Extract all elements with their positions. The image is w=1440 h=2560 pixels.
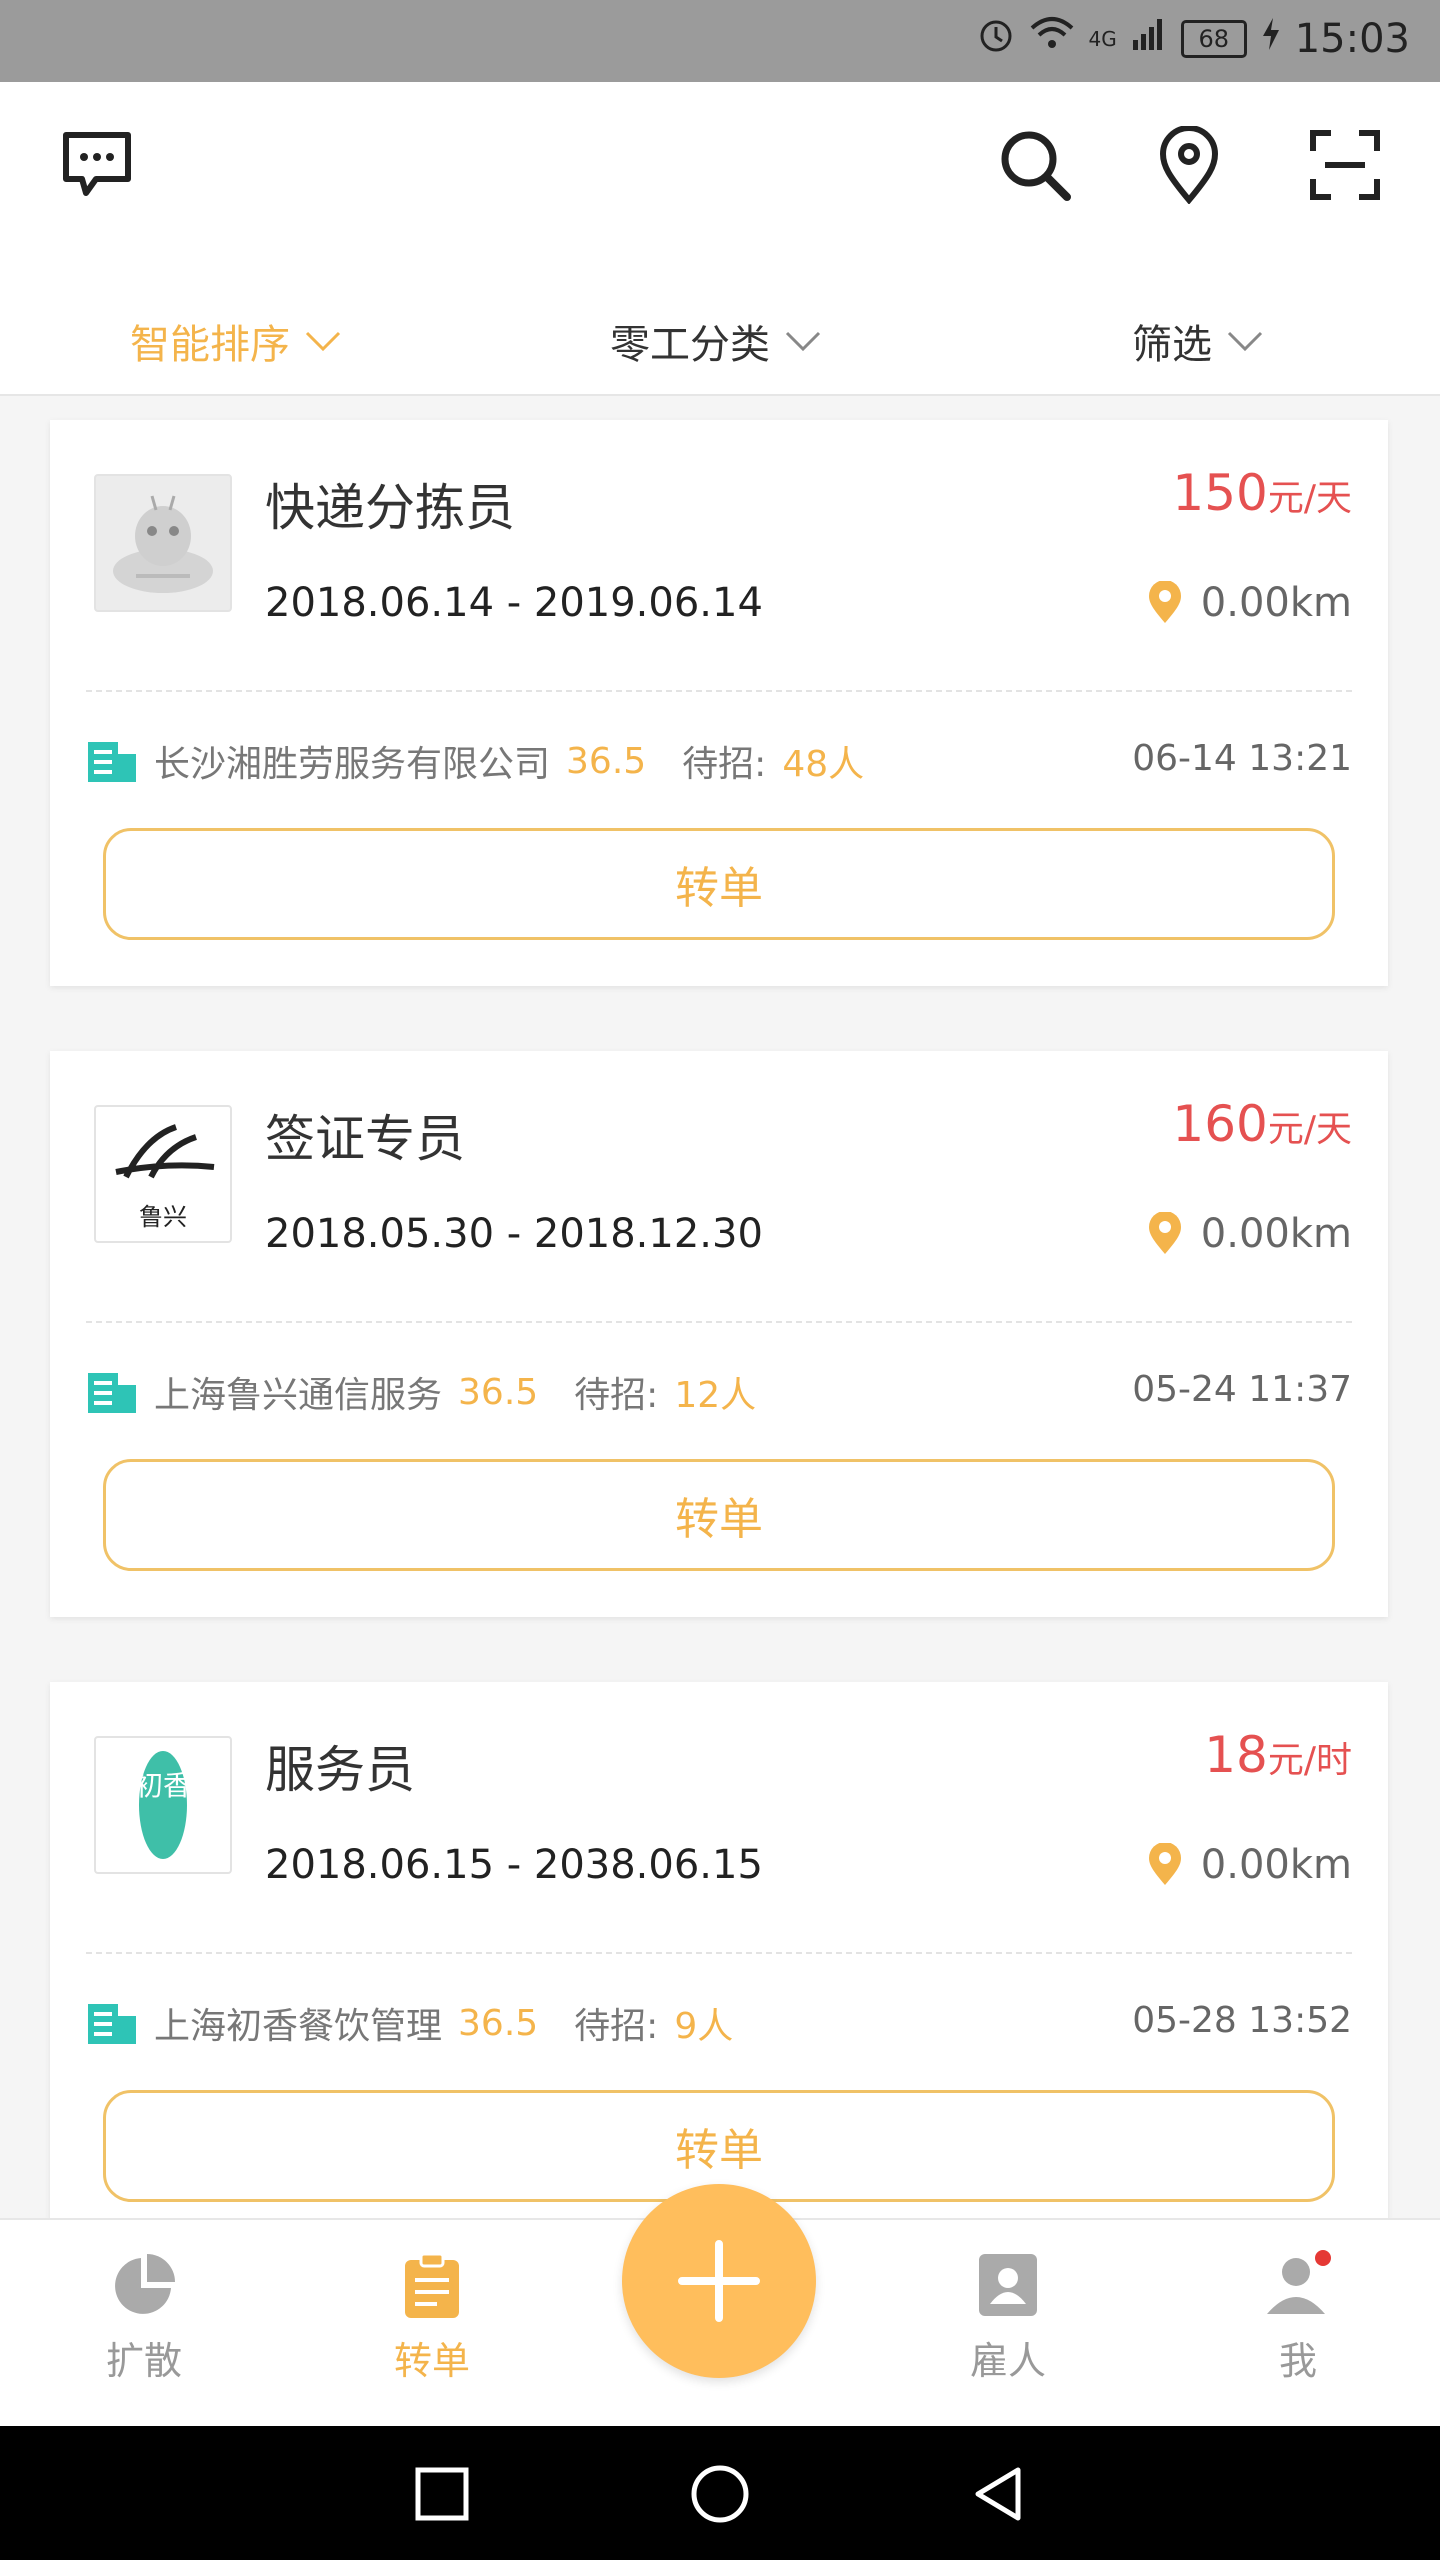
job-card[interactable]: 鲁兴 签证专员 2018.05.30 - 2018.12.30 160元/天 0… xyxy=(50,1051,1388,1617)
search-icon[interactable] xyxy=(990,120,1080,210)
building-icon xyxy=(88,2004,136,2044)
chevron-down-icon xyxy=(785,331,821,352)
home-icon[interactable] xyxy=(688,2462,752,2526)
price-value: 18 xyxy=(1204,1726,1268,1784)
job-dates: 2018.05.30 - 2018.12.30 xyxy=(265,1211,763,1257)
transfer-button[interactable]: 转单 xyxy=(103,828,1335,940)
network-label: 4G xyxy=(1088,27,1117,51)
price-unit: 元/天 xyxy=(1267,478,1352,519)
filter-label: 零工分类 xyxy=(610,322,770,368)
wait-label: 待招: xyxy=(574,2006,659,2047)
job-dates: 2018.06.14 - 2019.06.14 xyxy=(265,580,763,626)
job-meta: 上海鲁兴通信服务 36.5 待招: 12人 xyxy=(86,1366,756,1418)
filter-label: 筛选 xyxy=(1132,322,1212,368)
tab-label: 雇人 xyxy=(969,2339,1046,2383)
battery-indicator: 68 xyxy=(1180,20,1247,58)
filter-screen[interactable]: 筛选 xyxy=(1132,312,1264,370)
wait-count: 12人 xyxy=(674,1375,757,1416)
pie-chart-icon xyxy=(115,2254,175,2314)
job-meta: 上海初香餐饮管理 36.5 待招: 9人 xyxy=(86,1997,733,2049)
system-nav-bar xyxy=(0,2426,1440,2560)
signal-icon xyxy=(1131,16,1167,62)
tab-label: 扩散 xyxy=(105,2339,182,2383)
status-bar: 4G 68 15:03 xyxy=(0,0,1440,82)
message-icon[interactable] xyxy=(52,120,142,210)
wait-count: 48人 xyxy=(782,744,865,785)
wifi-icon xyxy=(1030,16,1074,62)
job-price: 18元/时 xyxy=(1204,1726,1352,1784)
contact-card-icon xyxy=(979,2254,1037,2316)
tab-hire[interactable]: 雇人 xyxy=(938,2250,1078,2385)
tab-label: 转单 xyxy=(393,2339,470,2383)
company-logo: 鲁兴 xyxy=(94,1105,232,1243)
job-title: 快递分拣员 xyxy=(265,479,515,537)
filter-label: 智能排序 xyxy=(130,322,290,368)
wait-count: 9人 xyxy=(674,2006,734,2047)
chevron-down-icon xyxy=(305,331,341,352)
clock: 15:03 xyxy=(1294,16,1410,62)
add-button[interactable] xyxy=(622,2184,816,2378)
logo-text: 鲁兴 xyxy=(139,1203,187,1231)
company-score: 36.5 xyxy=(566,740,647,782)
job-card[interactable]: 初香 服务员 2018.06.15 - 2038.06.15 18元/时 0.0… xyxy=(50,1682,1388,2222)
company-name: 长沙湘胜劳服务有限公司 xyxy=(154,744,551,785)
wait-label: 待招: xyxy=(682,744,767,785)
building-icon xyxy=(88,1373,136,1413)
price-value: 160 xyxy=(1172,1095,1268,1153)
divider xyxy=(86,1952,1352,1954)
building-icon xyxy=(88,742,136,782)
price-value: 150 xyxy=(1172,464,1268,522)
tab-spread[interactable]: 扩散 xyxy=(74,2250,214,2385)
divider xyxy=(86,1321,1352,1323)
location-icon[interactable] xyxy=(1144,120,1234,210)
distance-value: 0.00km xyxy=(1200,1842,1352,1888)
profile-icon xyxy=(1267,2250,1331,2314)
plus-icon xyxy=(678,2240,760,2322)
tab-label: 我 xyxy=(1278,2339,1317,2383)
distance-value: 0.00km xyxy=(1200,1211,1352,1257)
clipboard-icon xyxy=(405,2252,459,2318)
job-dates: 2018.06.15 - 2038.06.15 xyxy=(265,1842,763,1888)
job-price: 160元/天 xyxy=(1172,1095,1352,1153)
job-distance: 0.00km xyxy=(1147,1211,1352,1257)
job-distance: 0.00km xyxy=(1147,1842,1352,1888)
charging-icon xyxy=(1261,16,1281,62)
company-score: 36.5 xyxy=(458,2002,539,2044)
job-price: 150元/天 xyxy=(1172,464,1352,522)
bee-logo xyxy=(94,474,232,612)
alarm-icon xyxy=(976,14,1016,64)
back-icon[interactable] xyxy=(966,2462,1030,2526)
location-pin-icon xyxy=(1148,1212,1181,1254)
distance-value: 0.00km xyxy=(1200,580,1352,626)
scan-icon[interactable] xyxy=(1300,120,1390,210)
post-time: 05-24 11:37 xyxy=(1132,1369,1352,1410)
wait-label: 待招: xyxy=(574,1375,659,1416)
post-time: 05-28 13:52 xyxy=(1132,2000,1352,2041)
filter-smart-sort[interactable]: 智能排序 xyxy=(130,312,342,370)
tab-transfer[interactable]: 转单 xyxy=(362,2250,502,2385)
post-time: 06-14 13:21 xyxy=(1132,738,1352,779)
app-header: 智能排序 零工分类 筛选 xyxy=(0,82,1440,396)
company-name: 上海鲁兴通信服务 xyxy=(154,1375,443,1416)
job-card[interactable]: 快递分拣员 2018.06.14 - 2019.06.14 150元/天 0.0… xyxy=(50,420,1388,986)
divider xyxy=(86,690,1352,692)
company-score: 36.5 xyxy=(458,1371,539,1413)
job-distance: 0.00km xyxy=(1147,580,1352,626)
job-title: 服务员 xyxy=(265,1741,415,1799)
company-logo: 初香 xyxy=(94,1736,232,1874)
recent-apps-icon[interactable] xyxy=(410,2462,474,2526)
job-meta: 长沙湘胜劳服务有限公司 36.5 待招: 48人 xyxy=(86,735,864,787)
company-name: 上海初香餐饮管理 xyxy=(154,2006,443,2047)
tab-me[interactable]: 我 xyxy=(1228,2250,1368,2385)
price-unit: 元/时 xyxy=(1267,1740,1352,1781)
price-unit: 元/天 xyxy=(1267,1109,1352,1150)
job-title: 签证专员 xyxy=(265,1110,465,1168)
filter-bar: 智能排序 零工分类 筛选 xyxy=(0,282,1440,392)
chevron-down-icon xyxy=(1227,331,1263,352)
filter-category[interactable]: 零工分类 xyxy=(610,312,822,370)
location-pin-icon xyxy=(1148,1843,1181,1885)
logo-text: 初香 xyxy=(134,1769,191,1802)
transfer-button[interactable]: 转单 xyxy=(103,1459,1335,1571)
location-pin-icon xyxy=(1148,581,1181,623)
